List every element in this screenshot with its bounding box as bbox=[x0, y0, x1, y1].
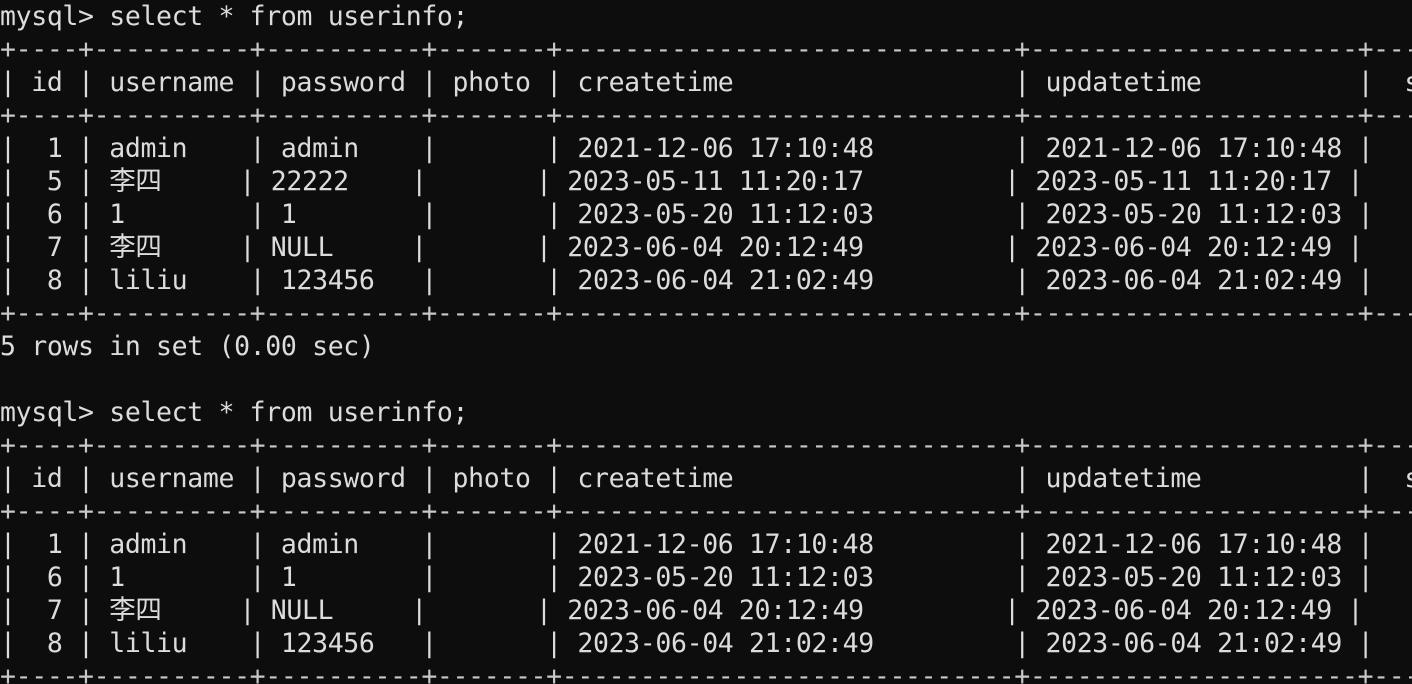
table-header-row-1: | id | username | password | photo | cre… bbox=[0, 67, 1412, 98]
table-row: | 8 | liliu | 123456 | | 2023-06-04 21:0… bbox=[0, 265, 1412, 296]
table-rule-mid-1: +----+----------+----------+-------+----… bbox=[0, 100, 1412, 131]
table-row: | 1 | admin | admin | | 2021-12-06 17:10… bbox=[0, 529, 1412, 560]
table-row: | 6 | 1 | 1 | | 2023-05-20 11:12:03 | 20… bbox=[0, 562, 1412, 593]
table-rule-bottom-2: +----+----------+----------+-------+----… bbox=[0, 661, 1412, 684]
table-row: | 5 | 李四 | 22222 | | 2023-05-11 11:20:17… bbox=[0, 166, 1412, 197]
table-row: | 8 | liliu | 123456 | | 2023-06-04 21:0… bbox=[0, 628, 1412, 659]
mysql-terminal[interactable]: mysql> select * from userinfo; +----+----… bbox=[0, 0, 1412, 684]
table-row: | 6 | 1 | 1 | | 2023-05-20 11:12:03 | 20… bbox=[0, 199, 1412, 230]
table-row: | 7 | 李四 | NULL | | 2023-06-04 20:12:49 … bbox=[0, 232, 1412, 263]
table-row: | 7 | 李四 | NULL | | 2023-06-04 20:12:49 … bbox=[0, 595, 1412, 626]
table-rule-bottom-1: +----+----------+----------+-------+----… bbox=[0, 298, 1412, 329]
table-rule-top-2: +----+----------+----------+-------+----… bbox=[0, 430, 1412, 461]
prompt-line-1: mysql> select * from userinfo; bbox=[0, 1, 469, 32]
table-header-row-2: | id | username | password | photo | cre… bbox=[0, 463, 1412, 494]
prompt-line-2: mysql> select * from userinfo; bbox=[0, 397, 469, 428]
table-rule-top-1: +----+----------+----------+-------+----… bbox=[0, 34, 1412, 65]
table-row: | 1 | admin | admin | | 2021-12-06 17:10… bbox=[0, 133, 1412, 164]
result-status-line-1: 5 rows in set (0.00 sec) bbox=[0, 331, 375, 362]
table-rule-mid-2: +----+----------+----------+-------+----… bbox=[0, 496, 1412, 527]
